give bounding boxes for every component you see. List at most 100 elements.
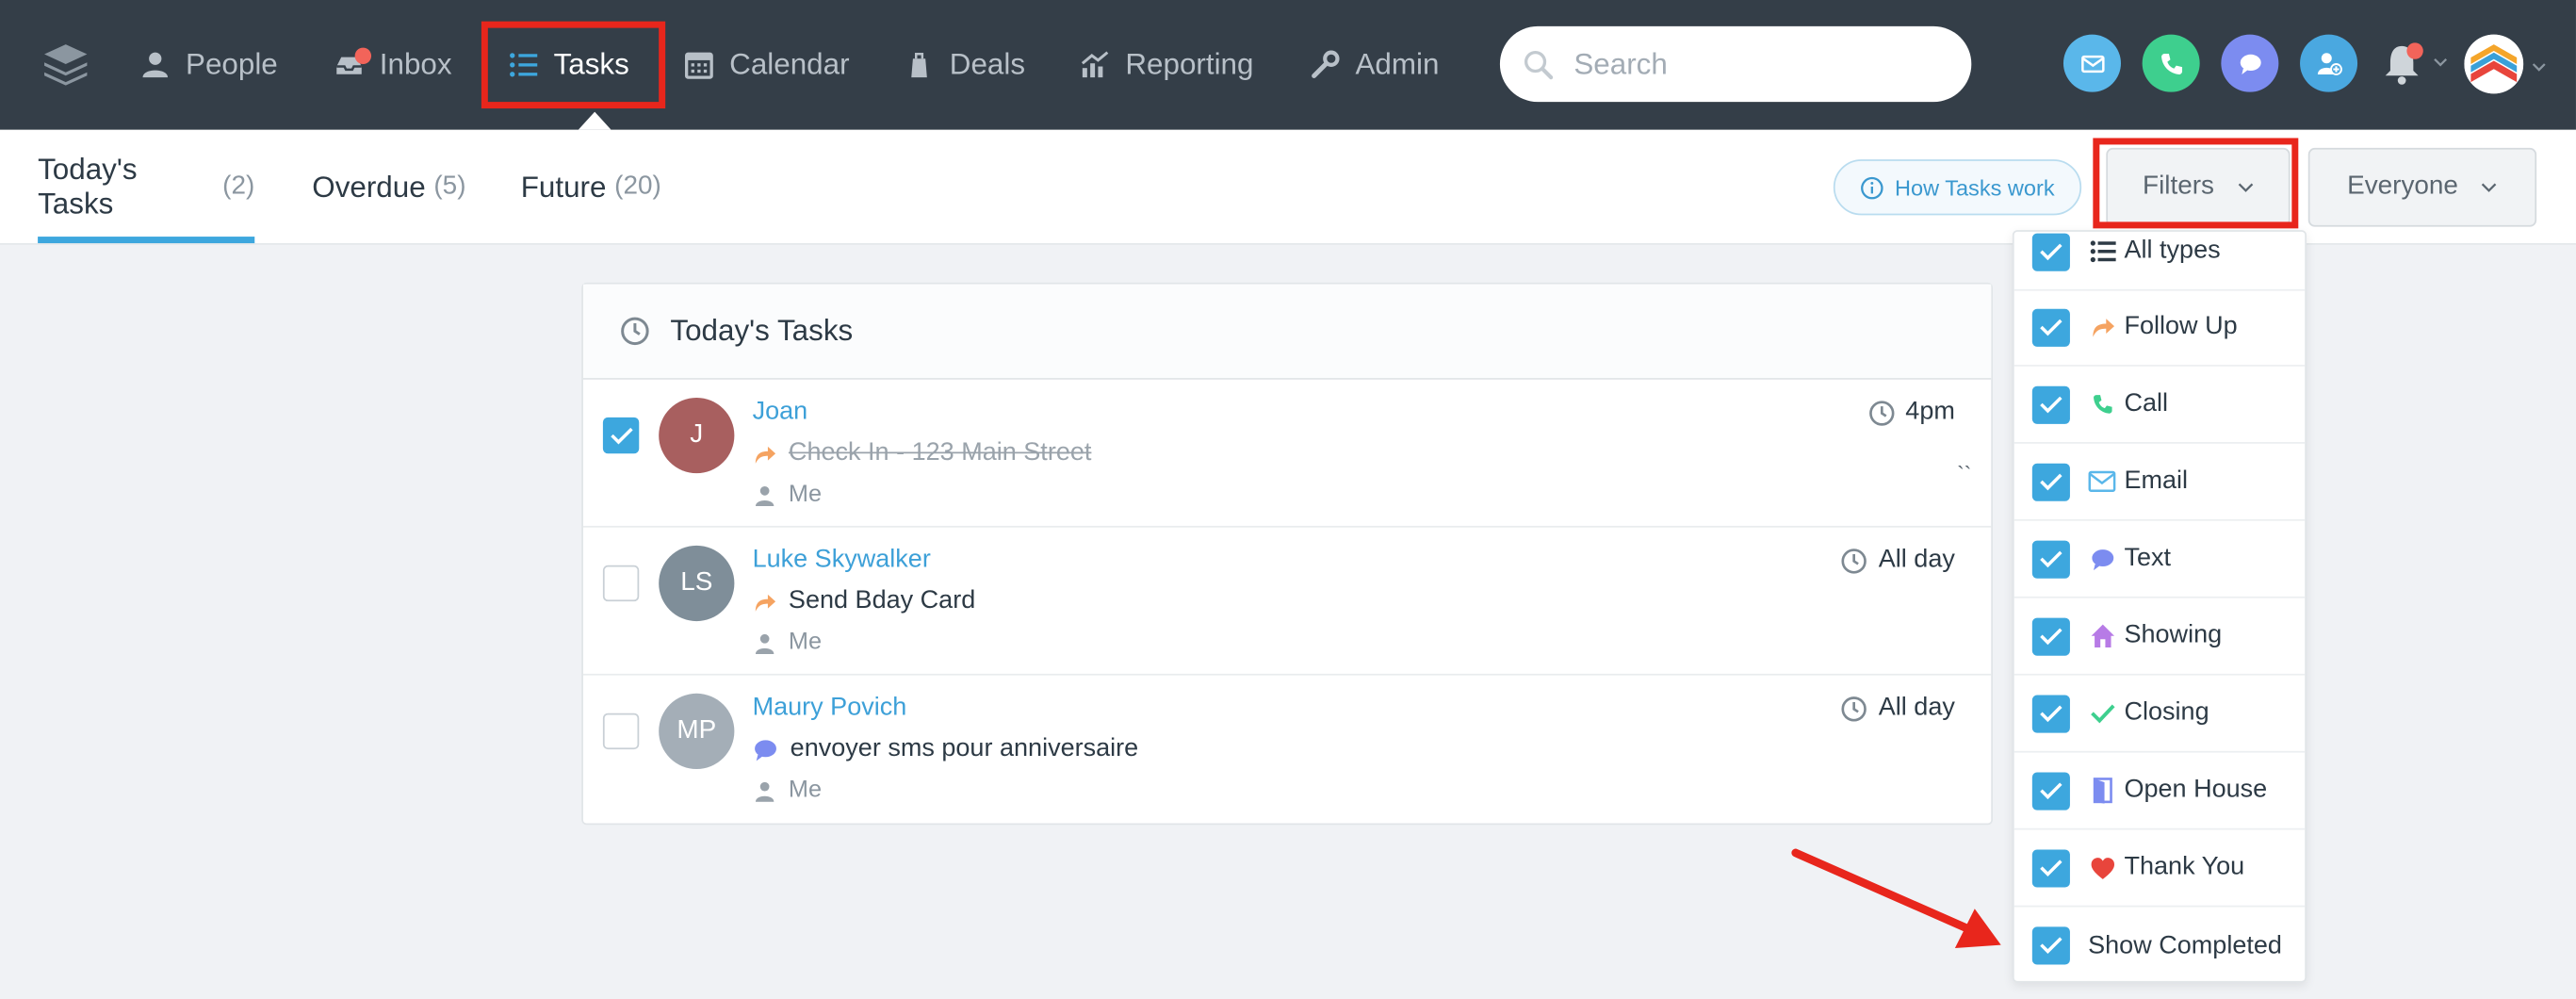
info-icon xyxy=(1861,176,1884,199)
task-description-text: Send Bday Card xyxy=(788,586,976,615)
filter-option-email[interactable]: Email xyxy=(2014,444,2306,521)
app-logo-icon[interactable] xyxy=(42,42,89,86)
avatar[interactable]: J xyxy=(659,397,735,474)
task-description[interactable]: Send Bday Card xyxy=(753,586,976,615)
task-complete-checkbox[interactable] xyxy=(602,712,640,750)
everyone-dropdown[interactable]: Everyone xyxy=(2307,147,2537,227)
clock-icon xyxy=(1842,548,1867,573)
top-navigation-bar: People Inbox Tasks Calendar Deals Report… xyxy=(0,0,2576,130)
filter-option-thank-you[interactable]: Thank You xyxy=(2014,830,2306,908)
nav-item-label: Reporting xyxy=(1125,47,1254,81)
person-icon xyxy=(755,633,774,654)
nav-item-label: Calendar xyxy=(729,47,850,81)
tab-future[interactable]: Future (20) xyxy=(521,130,661,245)
how-tasks-work-button[interactable]: How Tasks work xyxy=(1833,159,2082,216)
task-contact-name[interactable]: Joan xyxy=(753,398,808,427)
add-person-icon xyxy=(2316,52,2342,75)
notifications-bell-icon[interactable] xyxy=(2377,40,2426,89)
filter-option-call[interactable]: Call xyxy=(2014,367,2306,444)
checkmark-icon xyxy=(2040,549,2062,567)
task-contact-name[interactable]: Luke Skywalker xyxy=(753,546,931,575)
task-description[interactable]: Check In - 123 Main Street xyxy=(753,439,1091,468)
todays-tasks-card: Today's Tasks J Joan Check In - 123 Main… xyxy=(581,282,1993,826)
nav-item-inbox[interactable]: Inbox xyxy=(334,0,452,130)
heart-icon xyxy=(2088,854,2116,882)
task-row: LS Luke Skywalker Send Bday Card Me All … xyxy=(582,528,1992,676)
follow-up-icon xyxy=(2088,313,2116,341)
tab-count: (5) xyxy=(433,172,466,201)
checkmark-icon xyxy=(2040,395,2062,413)
task-complete-checkbox[interactable] xyxy=(602,417,640,454)
filter-checkbox[interactable] xyxy=(2031,462,2070,500)
task-owner-label: Me xyxy=(788,777,823,804)
nav-item-reporting[interactable]: Reporting xyxy=(1080,0,1254,130)
filter-option-follow-up[interactable]: Follow Up xyxy=(2014,289,2306,367)
task-complete-checkbox[interactable] xyxy=(602,565,640,602)
tab-overdue[interactable]: Overdue (5) xyxy=(312,130,465,245)
avatar[interactable]: MP xyxy=(659,693,735,770)
filter-checkbox[interactable] xyxy=(2031,848,2070,887)
chevron-down-icon xyxy=(2434,57,2448,67)
task-contact-name[interactable]: Maury Povich xyxy=(753,694,907,723)
filter-label: Call xyxy=(2124,389,2169,418)
task-description[interactable]: envoyer sms pour anniversaire xyxy=(753,734,1138,763)
email-icon xyxy=(2080,55,2104,73)
text-action-button[interactable] xyxy=(2221,34,2279,92)
card-title: Today's Tasks xyxy=(670,314,854,347)
nav-item-tasks[interactable]: Tasks xyxy=(508,0,629,130)
task-time-label: All day xyxy=(1878,545,1955,574)
filter-checkbox[interactable] xyxy=(2031,539,2070,578)
clock-icon xyxy=(621,317,649,346)
filters-dropdown-menu: All types Follow Up Call Email Text Show… xyxy=(2012,230,2307,983)
filter-option-text[interactable]: Text xyxy=(2014,521,2306,598)
chat-icon xyxy=(755,739,776,761)
user-avatar[interactable] xyxy=(2464,34,2524,94)
house-icon xyxy=(2088,622,2116,650)
filter-option-open-house[interactable]: Open House xyxy=(2014,753,2306,830)
list-icon xyxy=(2088,237,2116,266)
filter-checkbox[interactable] xyxy=(2031,232,2070,270)
nav-item-people[interactable]: People xyxy=(139,0,278,130)
filter-checkbox[interactable] xyxy=(2031,616,2070,655)
nav-item-calendar[interactable]: Calendar xyxy=(683,0,850,130)
filter-checkbox[interactable] xyxy=(2031,307,2070,347)
task-time: 4pm xyxy=(1867,398,1955,427)
filter-label: Open House xyxy=(2124,775,2268,804)
filter-label: Showing xyxy=(2124,621,2223,649)
tab-todays-tasks[interactable]: Today's Tasks (2) xyxy=(38,130,255,244)
nav-item-admin[interactable]: Admin xyxy=(1310,0,1440,130)
search-input[interactable] xyxy=(1573,46,1935,82)
filter-option-all-types[interactable]: All types xyxy=(2014,232,2306,291)
nav-item-label: Tasks xyxy=(553,47,629,81)
filter-option-closing[interactable]: Closing xyxy=(2014,676,2306,753)
clock-icon xyxy=(1868,400,1895,425)
filters-button[interactable]: Filters xyxy=(2106,147,2291,227)
search-bar[interactable] xyxy=(1499,25,1972,103)
tasks-icon xyxy=(510,53,538,77)
chevron-down-icon xyxy=(2482,183,2497,192)
filter-option-showing[interactable]: Showing xyxy=(2014,598,2306,676)
tasks-subheader: Today's Tasks (2) Overdue (5) Future (20) H… xyxy=(0,129,2576,245)
tab-label: Today's Tasks xyxy=(38,152,138,220)
avatar[interactable]: LS xyxy=(659,545,735,622)
people-icon xyxy=(142,52,169,78)
filter-checkbox[interactable] xyxy=(2031,926,2070,965)
task-time-label: All day xyxy=(1878,693,1955,722)
nav-item-deals[interactable]: Deals xyxy=(904,0,1025,130)
filter-label: Thank You xyxy=(2124,852,2245,881)
filter-option-show-completed[interactable]: Show Completed xyxy=(2014,907,2306,980)
nav-item-label: Admin xyxy=(1355,47,1440,81)
phone-icon xyxy=(2160,53,2182,74)
task-owner: Me xyxy=(754,482,822,508)
active-nav-caret-icon xyxy=(578,111,611,130)
door-icon xyxy=(2088,777,2116,805)
task-owner: Me xyxy=(754,778,822,804)
email-action-button[interactable] xyxy=(2062,34,2121,92)
filter-checkbox[interactable] xyxy=(2031,694,2070,732)
filter-checkbox[interactable] xyxy=(2031,385,2070,423)
task-row-mark: `` xyxy=(1957,461,1972,487)
call-action-button[interactable] xyxy=(2142,34,2200,92)
user-avatar-logo-icon xyxy=(2464,34,2524,94)
add-contact-button[interactable] xyxy=(2300,34,2358,92)
filter-checkbox[interactable] xyxy=(2031,771,2070,810)
